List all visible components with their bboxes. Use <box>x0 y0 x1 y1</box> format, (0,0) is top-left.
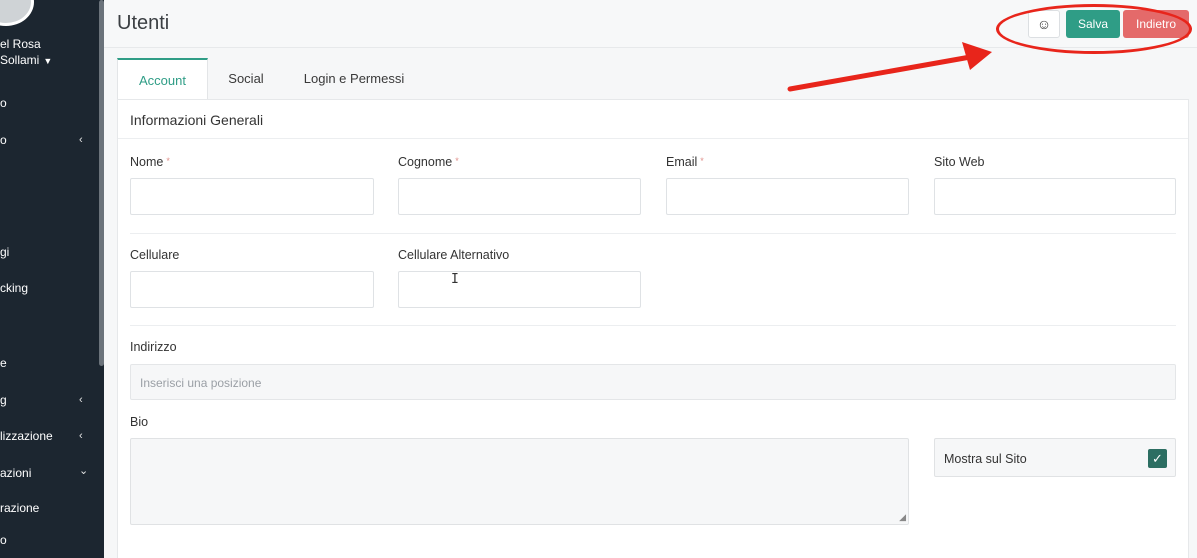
smiley-icon: ☺ <box>1036 16 1052 32</box>
sidebar-item-7[interactable]: lizzazione <box>0 428 53 444</box>
cellulare-alternativo-label: Cellulare Alternativo <box>398 248 510 262</box>
tab-bar: Account Social Login e Permessi <box>117 58 1187 100</box>
cellulare-label: Cellulare <box>130 248 180 262</box>
user-name-line1: el Rosa <box>0 37 41 51</box>
top-bar: Utenti ☺ Salva Indietro <box>104 0 1197 48</box>
page-title: Utenti <box>117 12 170 34</box>
cellulare-alternativo-input[interactable] <box>398 271 641 308</box>
divider <box>130 233 1176 234</box>
cognome-input[interactable] <box>398 178 641 215</box>
chevron-left-icon: ‹ <box>79 430 83 442</box>
required-mark: * <box>166 156 170 166</box>
caret-down-icon: ▼ <box>43 56 53 66</box>
sidebar: el Rosa Sollami ▼ o o ‹ gi cking e g ‹ li… <box>0 0 104 558</box>
sidebar-item-8[interactable]: azioni <box>0 465 31 481</box>
indirizzo-placeholder: Inserisci una posizione <box>140 376 262 390</box>
cognome-label: Cognome * <box>398 155 459 169</box>
section-title: Informazioni Generali <box>130 112 264 128</box>
user-menu[interactable]: el Rosa Sollami ▼ <box>0 36 52 69</box>
form-panel: Informazioni Generali Nome * Cognome * Ema… <box>117 99 1189 558</box>
text-cursor-icon: I <box>451 272 459 287</box>
sito-web-label: Sito Web <box>934 155 985 169</box>
tab-social[interactable]: Social <box>213 58 279 100</box>
save-button[interactable]: Salva <box>1066 10 1120 38</box>
indirizzo-label: Indirizzo <box>130 340 177 354</box>
main-content: Utenti ☺ Salva Indietro Account Social L… <box>104 0 1197 558</box>
required-mark: * <box>455 156 459 166</box>
cellulare-input[interactable] <box>130 271 374 308</box>
sito-web-input[interactable] <box>934 178 1176 215</box>
show-on-site-label: Mostra sul Sito <box>944 452 1027 466</box>
sidebar-item-10[interactable]: o <box>0 532 7 548</box>
sidebar-item-1[interactable]: o <box>0 95 7 111</box>
email-label: Email * <box>666 155 704 169</box>
resize-grip-icon[interactable]: ◢ <box>899 512 906 523</box>
show-on-site-toggle[interactable]: Mostra sul Sito ✓ <box>934 438 1176 477</box>
sidebar-item-2[interactable]: o <box>0 132 7 148</box>
sidebar-item-3[interactable]: gi <box>0 244 9 260</box>
divider <box>118 138 1188 139</box>
avatar[interactable] <box>0 0 34 26</box>
nome-label: Nome * <box>130 155 170 169</box>
bio-textarea[interactable]: ◢ <box>130 438 909 525</box>
emoji-button[interactable]: ☺ <box>1028 10 1060 38</box>
back-button[interactable]: Indietro <box>1123 10 1189 38</box>
sidebar-item-6[interactable]: g <box>0 392 7 408</box>
chevron-left-icon: ‹ <box>79 134 83 146</box>
tab-login-permessi[interactable]: Login e Permessi <box>285 58 423 100</box>
user-name-line2: Sollami <box>0 53 40 67</box>
sidebar-item-9[interactable]: razione <box>0 500 39 516</box>
sidebar-item-5[interactable]: e <box>0 355 7 371</box>
nome-input[interactable] <box>130 178 374 215</box>
checkmark-icon[interactable]: ✓ <box>1148 449 1167 468</box>
indirizzo-input[interactable]: Inserisci una posizione <box>130 364 1176 400</box>
bio-label: Bio <box>130 415 149 429</box>
chevron-left-icon: ‹ <box>79 394 83 406</box>
divider <box>130 325 1176 326</box>
required-mark: * <box>700 156 704 166</box>
email-input[interactable] <box>666 178 909 215</box>
sidebar-item-4[interactable]: cking <box>0 280 28 296</box>
tab-account[interactable]: Account <box>117 58 208 100</box>
chevron-down-icon: ⌄ <box>79 465 89 477</box>
